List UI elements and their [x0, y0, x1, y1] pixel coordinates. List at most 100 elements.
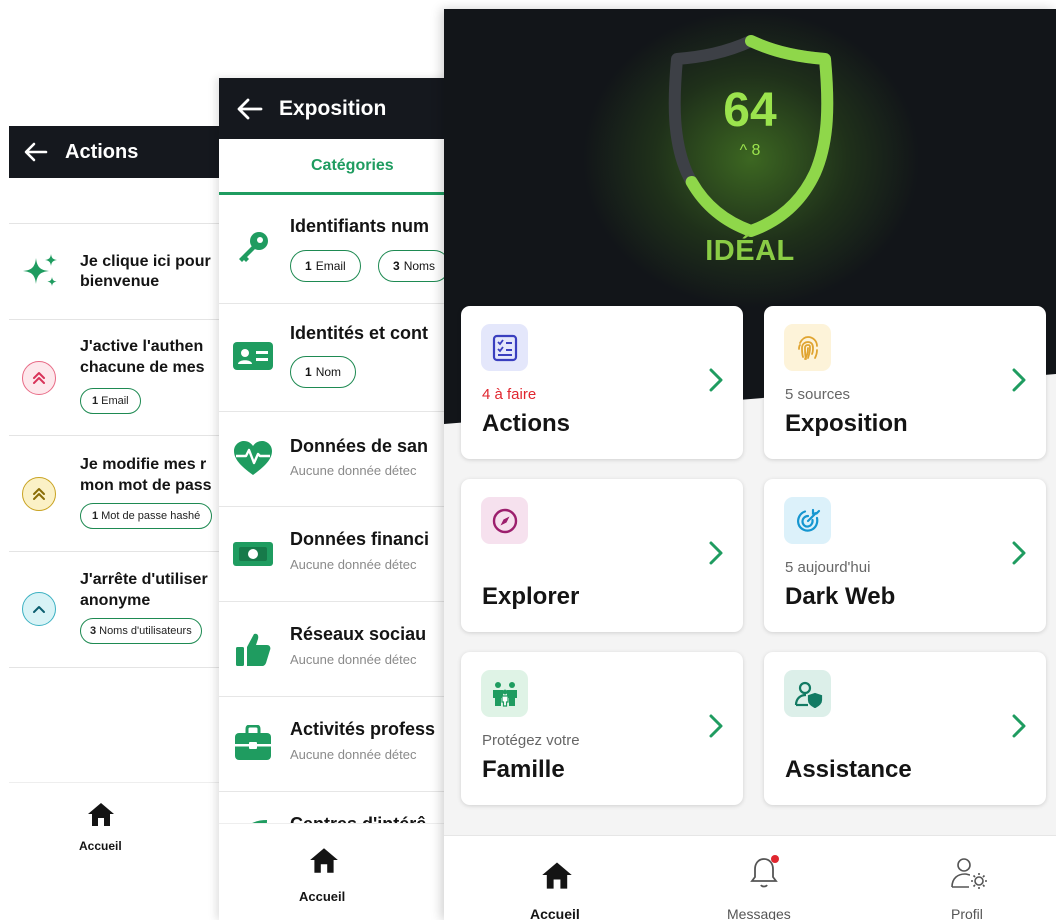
chip-count: 1 — [305, 365, 312, 379]
chevron-right-icon[interactable] — [1006, 364, 1032, 396]
category-item[interactable]: Activités profess Aucune donnée détec — [219, 697, 451, 792]
category-subtitle: Aucune donnée détec — [290, 557, 417, 572]
score-delta: ^ 8 — [739, 142, 761, 159]
back-arrow-icon[interactable] — [235, 98, 265, 120]
chip-count: 3 — [90, 625, 97, 637]
category-subtitle: Aucune donnée détec — [290, 652, 417, 667]
action-label-line2: mon mot de pass — [80, 477, 212, 494]
nav-home-label[interactable]: Accueil — [79, 839, 122, 853]
compass-icon — [481, 497, 528, 544]
category-item[interactable]: Identifiants num 1 Email 3 Noms — [219, 195, 451, 304]
action-label-line1: J'active l'authen — [80, 338, 204, 355]
chip-text: Email — [315, 259, 346, 273]
card-subtitle: Protégez votre — [482, 732, 580, 749]
card-assistance[interactable]: Assistance — [764, 652, 1046, 805]
exposure-chip[interactable]: 3 Noms d'utilisateurs — [80, 618, 202, 644]
action-item-2fa[interactable]: J'active l'authen chacune de mes 1 Email — [9, 320, 224, 436]
category-item[interactable]: Réseaux sociau Aucune donnée détec — [219, 602, 451, 697]
bottom-nav: Accueil Messages Profil — [444, 835, 1056, 920]
profile-settings-icon[interactable] — [949, 856, 989, 895]
card-title: Dark Web — [785, 583, 896, 610]
nav-home-label[interactable]: Accueil — [530, 906, 580, 920]
action-label-line2: chacune de mes — [80, 359, 205, 376]
exposure-chip[interactable]: 1 Nom — [290, 356, 357, 388]
exposure-chip[interactable]: 1 Email — [80, 388, 141, 414]
card-dark-web[interactable]: 5 aujourd'hui Dark Web — [764, 479, 1046, 632]
action-item-welcome[interactable]: Je clique ici pour bienvenue — [9, 224, 224, 320]
chip-text: Nom — [315, 365, 342, 379]
category-title: Données de san — [290, 436, 429, 456]
category-item[interactable]: Données de san Aucune donnée détec — [219, 412, 451, 507]
exposure-chip[interactable]: 1 Mot de passe hashé — [80, 503, 213, 529]
bottom-nav: Accueil — [219, 823, 451, 920]
briefcase-icon — [233, 723, 273, 763]
chevron-right-icon[interactable] — [703, 537, 729, 569]
score-status: IDÉAL — [705, 235, 795, 267]
chip-count: 1 — [92, 395, 99, 407]
sparkles-icon — [21, 252, 61, 292]
card-subtitle: 4 à faire — [482, 386, 537, 403]
card-title: Famille — [482, 756, 565, 783]
bell-icon[interactable] — [748, 854, 780, 895]
score-value: 64 — [723, 84, 777, 137]
banknote-icon — [233, 534, 273, 574]
card-exposition[interactable]: 5 sources Exposition — [764, 306, 1046, 459]
exposure-chip[interactable]: 1 Email — [290, 250, 361, 282]
action-item-anonymous[interactable]: J'arrête d'utiliser anonyme 3 Noms d'uti… — [9, 552, 224, 668]
checklist-icon — [481, 324, 528, 371]
nav-home-label[interactable]: Accueil — [299, 889, 345, 904]
exposition-header: Exposition — [219, 78, 451, 139]
card-explorer[interactable]: Explorer — [461, 479, 743, 632]
action-label-line1: Je clique ici pour — [80, 253, 211, 270]
tab-categories[interactable]: Catégories — [219, 139, 451, 195]
card-title: Explorer — [482, 583, 580, 610]
card-title: Assistance — [785, 756, 912, 783]
exposition-screen: Exposition Catégories Identifiants num 1… — [219, 78, 451, 920]
category-item[interactable]: Données financi Aucune donnée détec — [219, 507, 451, 602]
home-icon[interactable] — [86, 801, 116, 832]
actions-screen: Actions Je clique ici pour bienvenue J'a… — [9, 126, 224, 920]
category-title: Réseaux sociau — [290, 624, 427, 644]
action-label-line2: anonyme — [80, 592, 151, 609]
category-title: Identités et cont — [290, 323, 429, 343]
category-title: Données financi — [290, 529, 430, 549]
category-item[interactable]: Identités et cont 1 Nom — [219, 304, 451, 412]
category-title: Activités profess — [290, 719, 436, 739]
chevron-right-icon[interactable] — [1006, 710, 1032, 742]
actions-list: Je clique ici pour bienvenue J'active l'… — [9, 223, 224, 668]
chip-text: Noms d'utilisateurs — [99, 625, 192, 637]
exposure-chip[interactable]: 3 Noms — [378, 250, 451, 282]
chevrons-up-icon — [22, 477, 56, 511]
card-family[interactable]: Protégez votre Famille — [461, 652, 743, 805]
category-title: Identifiants num — [290, 216, 429, 236]
back-arrow-icon[interactable] — [21, 142, 51, 162]
card-actions[interactable]: 4 à faire Actions — [461, 306, 743, 459]
heartbeat-icon — [233, 439, 273, 479]
actions-header: Actions — [9, 126, 224, 178]
page-title: Exposition — [279, 96, 387, 120]
nav-profile-label[interactable]: Profil — [951, 906, 983, 920]
user-shield-icon — [784, 670, 831, 717]
chip-count: 1 — [92, 510, 99, 522]
key-icon — [233, 228, 273, 268]
id-card-icon — [233, 336, 273, 376]
home-icon[interactable] — [540, 860, 574, 895]
tab-label: Catégories — [311, 157, 394, 174]
chevron-right-icon[interactable] — [703, 710, 729, 742]
chevron-up-icon — [22, 592, 56, 626]
nav-messages-label[interactable]: Messages — [727, 906, 791, 920]
action-item-password[interactable]: Je modifie mes r mon mot de pass 1 Mot d… — [9, 436, 224, 552]
home-icon[interactable] — [308, 846, 340, 879]
action-label-line1: J'arrête d'utiliser — [80, 571, 208, 588]
chevron-right-icon[interactable] — [703, 364, 729, 396]
page-title: Actions — [65, 140, 139, 163]
card-subtitle: 5 sources — [785, 386, 851, 403]
chevron-right-icon[interactable] — [1006, 537, 1032, 569]
chip-count: 1 — [305, 259, 312, 273]
chip-text: Email — [101, 395, 129, 407]
chip-text: Noms — [403, 259, 436, 273]
category-subtitle: Aucune donnée détec — [290, 463, 417, 478]
action-label-line1: Je modifie mes r — [80, 456, 207, 473]
thumbs-up-icon — [233, 629, 273, 669]
family-icon — [481, 670, 528, 717]
